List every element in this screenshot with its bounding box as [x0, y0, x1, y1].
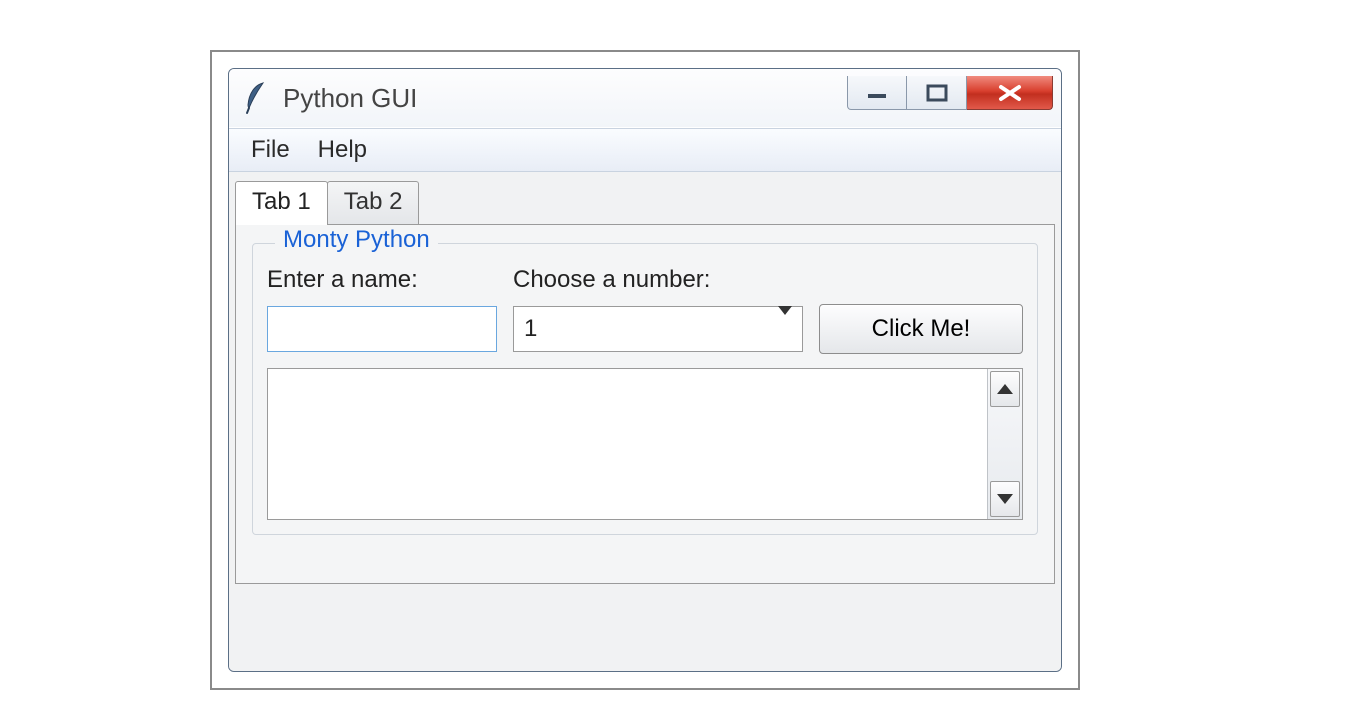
tab-2[interactable]: Tab 2 — [327, 181, 420, 224]
close-button[interactable] — [967, 76, 1053, 110]
titlebar[interactable]: Python GUI — [229, 69, 1061, 128]
triangle-up-icon — [997, 384, 1013, 394]
number-combobox[interactable]: 1 — [513, 306, 803, 352]
minimize-button[interactable] — [847, 76, 907, 110]
window-title: Python GUI — [283, 83, 847, 114]
window-controls — [847, 76, 1053, 110]
screenshot-frame: Python GUI — [210, 50, 1080, 690]
application-window: Python GUI — [228, 68, 1062, 672]
triangle-down-icon — [997, 494, 1013, 504]
vertical-scrollbar[interactable] — [987, 369, 1022, 519]
menu-help[interactable]: Help — [304, 132, 381, 168]
group-monty-python: Monty Python Enter a name: Choose a numb… — [252, 243, 1038, 535]
feather-icon — [243, 81, 269, 115]
menubar: File Help — [229, 128, 1061, 172]
tab-page-1: Monty Python Enter a name: Choose a numb… — [235, 224, 1055, 584]
number-combobox-value: 1 — [524, 315, 537, 343]
form-row: Enter a name: Choose a number: 1 Click M… — [267, 266, 1023, 354]
client-area: Tab 1 Tab 2 Monty Python Enter a name: C… — [229, 172, 1061, 671]
maximize-button[interactable] — [907, 76, 967, 110]
tab-1[interactable]: Tab 1 — [235, 181, 328, 225]
name-label: Enter a name: — [267, 266, 497, 294]
number-label: Choose a number: — [513, 266, 803, 294]
menu-file[interactable]: File — [237, 132, 304, 168]
close-icon — [996, 83, 1024, 103]
maximize-icon — [926, 84, 948, 102]
chevron-down-icon — [778, 315, 792, 343]
scroll-down-button[interactable] — [990, 481, 1020, 517]
click-me-button[interactable]: Click Me! — [819, 304, 1023, 354]
tabstrip: Tab 1 Tab 2 — [235, 174, 1055, 224]
name-input[interactable] — [267, 306, 497, 352]
group-legend: Monty Python — [275, 226, 438, 254]
scrolled-text[interactable] — [267, 368, 1023, 520]
minimize-icon — [866, 86, 888, 100]
scroll-up-button[interactable] — [990, 371, 1020, 407]
